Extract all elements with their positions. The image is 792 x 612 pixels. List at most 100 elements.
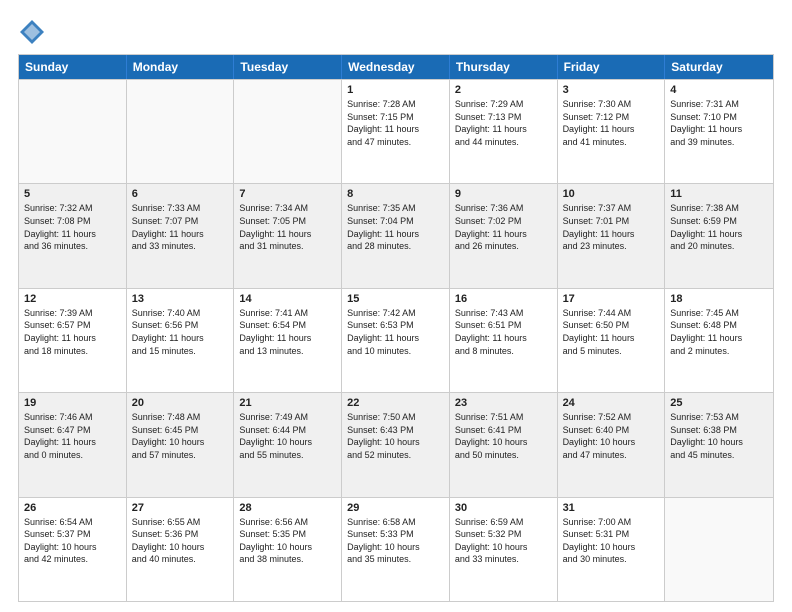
- cal-cell-1-6: 11 Sunrise: 7:38 AM Sunset: 6:59 PM Dayli…: [665, 184, 773, 287]
- day-number: 1: [347, 84, 444, 96]
- day-number: 22: [347, 397, 444, 409]
- page: SundayMondayTuesdayWednesdayThursdayFrid…: [0, 0, 792, 612]
- cell-info-text: Sunrise: 7:34 AM Sunset: 7:05 PM Dayligh…: [239, 202, 336, 252]
- cell-info-text: Sunrise: 7:50 AM Sunset: 6:43 PM Dayligh…: [347, 411, 444, 461]
- cal-cell-0-4: 2Sunrise: 7:29 AM Sunset: 7:13 PM Daylig…: [450, 80, 558, 183]
- cell-info-text: Sunrise: 7:46 AM Sunset: 6:47 PM Dayligh…: [24, 411, 121, 461]
- day-number: 24: [563, 397, 660, 409]
- day-number: 21: [239, 397, 336, 409]
- day-number: 19: [24, 397, 121, 409]
- calendar-row-1: 5Sunrise: 7:32 AM Sunset: 7:08 PM Daylig…: [19, 183, 773, 287]
- day-number: 31: [563, 502, 660, 514]
- cell-info-text: Sunrise: 6:55 AM Sunset: 5:36 PM Dayligh…: [132, 516, 229, 566]
- cell-info-text: Sunrise: 7:35 AM Sunset: 7:04 PM Dayligh…: [347, 202, 444, 252]
- cal-cell-4-4: 30Sunrise: 6:59 AM Sunset: 5:32 PM Dayli…: [450, 498, 558, 601]
- cell-info-text: Sunrise: 7:40 AM Sunset: 6:56 PM Dayligh…: [132, 307, 229, 357]
- day-number: 28: [239, 502, 336, 514]
- cal-cell-1-0: 5Sunrise: 7:32 AM Sunset: 7:08 PM Daylig…: [19, 184, 127, 287]
- cell-info-text: Sunrise: 7:48 AM Sunset: 6:45 PM Dayligh…: [132, 411, 229, 461]
- cell-info-text: Sunrise: 7:51 AM Sunset: 6:41 PM Dayligh…: [455, 411, 552, 461]
- cal-cell-2-3: 15 Sunrise: 7:42 AM Sunset: 6:53 PM Dayli…: [342, 289, 450, 392]
- day-number: 27: [132, 502, 229, 514]
- day-number: 9: [455, 188, 552, 200]
- cal-cell-2-4: 16 Sunrise: 7:43 AM Sunset: 6:51 PM Dayli…: [450, 289, 558, 392]
- cell-info-text: Sunrise: 6:58 AM Sunset: 5:33 PM Dayligh…: [347, 516, 444, 566]
- day-number: 2: [455, 84, 552, 96]
- cal-cell-0-0: [19, 80, 127, 183]
- day-number: 15: [347, 293, 444, 305]
- cal-cell-4-0: 26 Sunrise: 6:54 AM Sunset: 5:37 PM Dayli…: [19, 498, 127, 601]
- day-number: 25: [670, 397, 768, 409]
- calendar-row-4: 26 Sunrise: 6:54 AM Sunset: 5:37 PM Dayli…: [19, 497, 773, 601]
- cal-cell-4-2: 28 Sunrise: 6:56 AM Sunset: 5:35 PM Dayli…: [234, 498, 342, 601]
- cal-cell-0-5: 3Sunrise: 7:30 AM Sunset: 7:12 PM Daylig…: [558, 80, 666, 183]
- cell-info-text: Sunrise: 7:49 AM Sunset: 6:44 PM Dayligh…: [239, 411, 336, 461]
- cal-cell-4-5: 31 Sunrise: 7:00 AM Sunset: 5:31 PM Dayli…: [558, 498, 666, 601]
- cell-info-text: Sunrise: 7:00 AM Sunset: 5:31 PM Dayligh…: [563, 516, 660, 566]
- cal-cell-3-6: 25 Sunrise: 7:53 AM Sunset: 6:38 PM Dayli…: [665, 393, 773, 496]
- cell-info-text: Sunrise: 7:43 AM Sunset: 6:51 PM Dayligh…: [455, 307, 552, 357]
- cal-cell-3-2: 21 Sunrise: 7:49 AM Sunset: 6:44 PM Dayli…: [234, 393, 342, 496]
- calendar: SundayMondayTuesdayWednesdayThursdayFrid…: [18, 54, 774, 602]
- cal-cell-3-4: 23 Sunrise: 7:51 AM Sunset: 6:41 PM Dayli…: [450, 393, 558, 496]
- cal-cell-2-6: 18 Sunrise: 7:45 AM Sunset: 6:48 PM Dayli…: [665, 289, 773, 392]
- cal-cell-0-1: [127, 80, 235, 183]
- day-number: 12: [24, 293, 121, 305]
- cal-cell-0-3: 1 Sunrise: 7:28 AM Sunset: 7:15 PM Daylig…: [342, 80, 450, 183]
- header-cell-monday: Monday: [127, 55, 235, 79]
- cell-info-text: Sunrise: 6:59 AM Sunset: 5:32 PM Dayligh…: [455, 516, 552, 566]
- cal-cell-4-3: 29 Sunrise: 6:58 AM Sunset: 5:33 PM Dayli…: [342, 498, 450, 601]
- day-number: 5: [24, 188, 121, 200]
- logo-icon: [18, 18, 46, 46]
- cal-cell-0-2: [234, 80, 342, 183]
- cell-info-text: Sunrise: 7:38 AM Sunset: 6:59 PM Dayligh…: [670, 202, 768, 252]
- cal-cell-2-2: 14 Sunrise: 7:41 AM Sunset: 6:54 PM Dayli…: [234, 289, 342, 392]
- cell-info-text: Sunrise: 7:52 AM Sunset: 6:40 PM Dayligh…: [563, 411, 660, 461]
- header-cell-sunday: Sunday: [19, 55, 127, 79]
- cal-cell-2-0: 12 Sunrise: 7:39 AM Sunset: 6:57 PM Dayli…: [19, 289, 127, 392]
- cal-cell-2-1: 13Sunrise: 7:40 AM Sunset: 6:56 PM Dayli…: [127, 289, 235, 392]
- cell-info-text: Sunrise: 7:28 AM Sunset: 7:15 PM Dayligh…: [347, 98, 444, 148]
- cell-info-text: Sunrise: 7:53 AM Sunset: 6:38 PM Dayligh…: [670, 411, 768, 461]
- calendar-header-row: SundayMondayTuesdayWednesdayThursdayFrid…: [19, 55, 773, 79]
- day-number: 17: [563, 293, 660, 305]
- header-cell-friday: Friday: [558, 55, 666, 79]
- day-number: 16: [455, 293, 552, 305]
- logo: [18, 18, 50, 46]
- day-number: 14: [239, 293, 336, 305]
- cell-info-text: Sunrise: 7:45 AM Sunset: 6:48 PM Dayligh…: [670, 307, 768, 357]
- cal-cell-3-1: 20Sunrise: 7:48 AM Sunset: 6:45 PM Dayli…: [127, 393, 235, 496]
- cal-cell-3-3: 22 Sunrise: 7:50 AM Sunset: 6:43 PM Dayli…: [342, 393, 450, 496]
- cell-info-text: Sunrise: 7:31 AM Sunset: 7:10 PM Dayligh…: [670, 98, 768, 148]
- cell-info-text: Sunrise: 6:54 AM Sunset: 5:37 PM Dayligh…: [24, 516, 121, 566]
- header-cell-thursday: Thursday: [450, 55, 558, 79]
- day-number: 11: [670, 188, 768, 200]
- cell-info-text: Sunrise: 7:36 AM Sunset: 7:02 PM Dayligh…: [455, 202, 552, 252]
- cal-cell-3-0: 19 Sunrise: 7:46 AM Sunset: 6:47 PM Dayli…: [19, 393, 127, 496]
- day-number: 3: [563, 84, 660, 96]
- cell-info-text: Sunrise: 7:39 AM Sunset: 6:57 PM Dayligh…: [24, 307, 121, 357]
- day-number: 26: [24, 502, 121, 514]
- cal-cell-1-5: 10 Sunrise: 7:37 AM Sunset: 7:01 PM Dayli…: [558, 184, 666, 287]
- day-number: 29: [347, 502, 444, 514]
- calendar-row-0: 1 Sunrise: 7:28 AM Sunset: 7:15 PM Daylig…: [19, 79, 773, 183]
- calendar-row-2: 12 Sunrise: 7:39 AM Sunset: 6:57 PM Dayli…: [19, 288, 773, 392]
- calendar-body: 1 Sunrise: 7:28 AM Sunset: 7:15 PM Daylig…: [19, 79, 773, 601]
- day-number: 8: [347, 188, 444, 200]
- day-number: 23: [455, 397, 552, 409]
- day-number: 7: [239, 188, 336, 200]
- cell-info-text: Sunrise: 7:41 AM Sunset: 6:54 PM Dayligh…: [239, 307, 336, 357]
- cal-cell-1-3: 8 Sunrise: 7:35 AM Sunset: 7:04 PM Daylig…: [342, 184, 450, 287]
- cell-info-text: Sunrise: 6:56 AM Sunset: 5:35 PM Dayligh…: [239, 516, 336, 566]
- cell-info-text: Sunrise: 7:37 AM Sunset: 7:01 PM Dayligh…: [563, 202, 660, 252]
- day-number: 6: [132, 188, 229, 200]
- cell-info-text: Sunrise: 7:33 AM Sunset: 7:07 PM Dayligh…: [132, 202, 229, 252]
- cal-cell-1-4: 9 Sunrise: 7:36 AM Sunset: 7:02 PM Daylig…: [450, 184, 558, 287]
- day-number: 18: [670, 293, 768, 305]
- cell-info-text: Sunrise: 7:42 AM Sunset: 6:53 PM Dayligh…: [347, 307, 444, 357]
- cal-cell-4-6: [665, 498, 773, 601]
- header-cell-saturday: Saturday: [665, 55, 773, 79]
- day-number: 10: [563, 188, 660, 200]
- cal-cell-1-1: 6 Sunrise: 7:33 AM Sunset: 7:07 PM Daylig…: [127, 184, 235, 287]
- cal-cell-4-1: 27 Sunrise: 6:55 AM Sunset: 5:36 PM Dayli…: [127, 498, 235, 601]
